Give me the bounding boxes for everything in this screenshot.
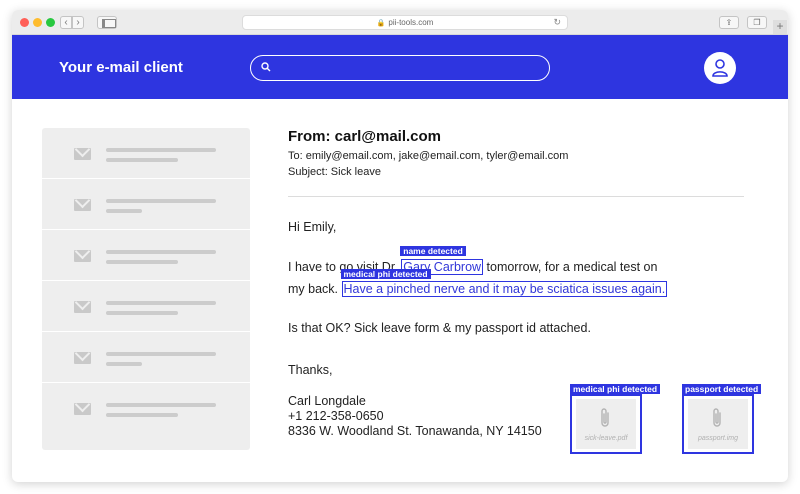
new-tab-button[interactable]: + (773, 20, 787, 34)
inbox-item[interactable] (42, 179, 250, 230)
preview-line (106, 403, 216, 407)
email-body-line: my back. medical phi detected Have a pinc… (288, 269, 668, 297)
envelope-icon (74, 352, 91, 364)
preview-line (106, 362, 142, 366)
text-segment: tomorrow, for a medical test on (483, 260, 658, 274)
search-input[interactable] (250, 55, 550, 81)
preview-line (106, 352, 216, 356)
preview-line (106, 199, 216, 203)
phi-detected-tag: medical phi detected (340, 269, 431, 279)
inbox-item[interactable] (42, 383, 250, 434)
browser-titlebar: ‹ › 🔒 pii-tools.com ↻ ⇪ ❐ + (12, 10, 788, 35)
attachment-passport[interactable]: passport detected passport.img (682, 384, 762, 454)
paperclip-icon (713, 408, 721, 427)
email-from: From: carl@mail.com (288, 128, 442, 145)
envelope-icon (74, 148, 91, 160)
minimize-window-button[interactable] (33, 18, 42, 27)
attachment-phi-tag: medical phi detected (570, 384, 661, 394)
preview-line (106, 209, 142, 213)
preview-line (106, 250, 216, 254)
envelope-icon (74, 199, 91, 211)
attachment-sick-leave[interactable]: medical phi detected sick-leave.pdf (570, 384, 661, 454)
reload-icon[interactable]: ↻ (553, 16, 561, 29)
inbox-item[interactable] (42, 230, 250, 281)
envelope-icon (74, 301, 91, 313)
attachment-filename: sick-leave.pdf (584, 435, 628, 442)
preview-line (106, 311, 178, 315)
email-signoff: Thanks, (288, 363, 333, 377)
inbox-list (42, 128, 250, 450)
envelope-icon (74, 403, 91, 415)
preview-line (106, 301, 216, 305)
phi-highlight: medical phi detected Have a pinched nerve… (340, 269, 668, 297)
lock-icon: 🔒 (376, 20, 386, 27)
attachment-preview: passport.img (688, 399, 748, 449)
inbox-item[interactable] (42, 332, 250, 383)
detected-phi: Have a pinched nerve and it may be sciat… (343, 282, 666, 296)
preview-line (106, 158, 178, 162)
envelope-icon (74, 250, 91, 262)
email-body-line: Is that OK? Sick leave form & my passpor… (288, 321, 591, 335)
preview-line (106, 260, 178, 264)
tabs-overview-icon[interactable]: ❐ (747, 16, 767, 29)
signature-address: 8336 W. Woodland St. Tonawanda, NY 14150 (288, 424, 542, 438)
browser-window: ‹ › 🔒 pii-tools.com ↻ ⇪ ❐ + Your e-mail c… (12, 10, 788, 482)
avatar[interactable] (704, 52, 736, 84)
forward-button[interactable]: › (72, 16, 84, 29)
inbox-item[interactable] (42, 281, 250, 332)
sidebar-toggle-icon[interactable] (97, 16, 117, 29)
close-window-button[interactable] (20, 18, 29, 27)
email-recipients: To: emily@email.com, jake@email.com, tyl… (288, 150, 569, 162)
share-icon[interactable]: ⇪ (719, 16, 739, 29)
attachment-filename: passport.img (697, 435, 739, 442)
divider (288, 196, 744, 197)
back-button[interactable]: ‹ (60, 16, 72, 29)
signature-name: Carl Longdale (288, 394, 366, 408)
signature-phone: +1 212-358-0650 (288, 409, 384, 423)
preview-line (106, 148, 216, 152)
app-header: Your e-mail client (12, 35, 788, 99)
search-icon (261, 62, 271, 72)
url-text: pii-tools.com (388, 18, 434, 27)
name-detected-tag: name detected (400, 246, 466, 256)
attachment-preview: sick-leave.pdf (576, 399, 636, 449)
paperclip-icon (601, 408, 609, 427)
user-icon (712, 59, 728, 77)
preview-line (106, 413, 178, 417)
inbox-item[interactable] (42, 128, 250, 179)
app-title: Your e-mail client (59, 59, 183, 76)
address-bar[interactable]: 🔒 pii-tools.com ↻ (242, 15, 568, 30)
text-segment: my back. (288, 282, 342, 296)
email-subject: Subject: Sick leave (288, 166, 381, 178)
email-greeting: Hi Emily, (288, 220, 337, 234)
passport-detected-tag: passport detected (682, 384, 762, 394)
maximize-window-button[interactable] (46, 18, 55, 27)
